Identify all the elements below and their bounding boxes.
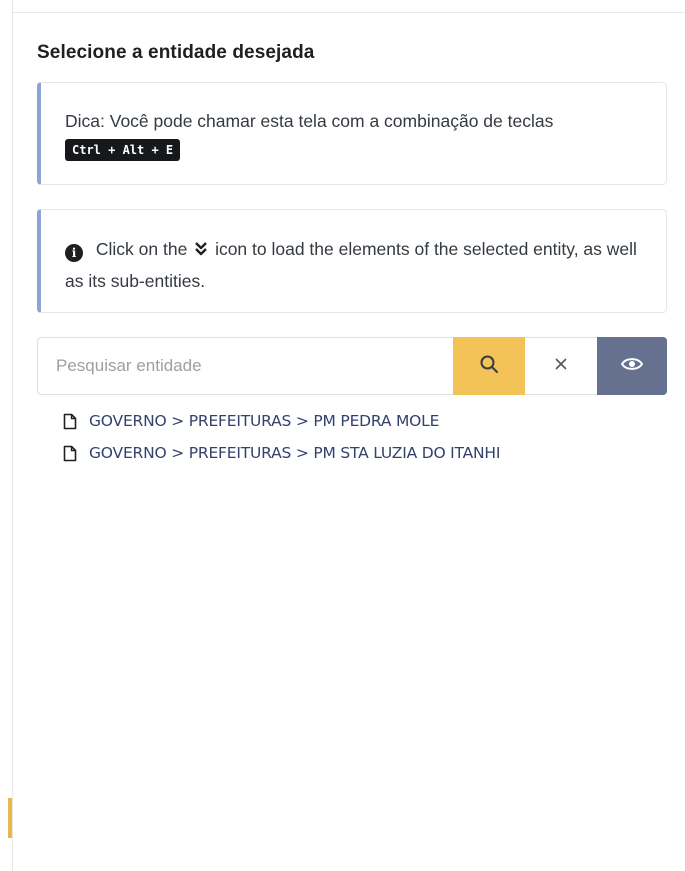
left-edge xyxy=(0,0,13,871)
results-list: GOVERNO > PREFEITURAS > PM PEDRA MOLE GO… xyxy=(63,405,667,469)
info-circle-icon: i xyxy=(65,244,83,262)
entity-selector-panel: Selecione a entidade desejada Dica: Você… xyxy=(37,40,667,469)
result-item[interactable]: GOVERNO > PREFEITURAS > PM PEDRA MOLE xyxy=(63,405,667,437)
shortcut-kbd: Ctrl + Alt + E xyxy=(65,139,181,161)
hint-text: Dica: Você pode chamar esta tela com a c… xyxy=(65,111,554,131)
search-bar xyxy=(37,337,667,395)
search-input[interactable] xyxy=(37,337,453,395)
left-edge-accent xyxy=(8,798,12,838)
result-label: GOVERNO > PREFEITURAS > PM STA LUZIA DO … xyxy=(89,444,501,462)
info-callout: i Click on the icon to load the elements… xyxy=(37,209,667,313)
result-item[interactable]: GOVERNO > PREFEITURAS > PM STA LUZIA DO … xyxy=(63,437,667,469)
clear-button[interactable] xyxy=(525,337,597,395)
search-button[interactable] xyxy=(453,337,525,395)
file-icon xyxy=(63,445,77,462)
view-button[interactable] xyxy=(597,337,667,395)
result-label: GOVERNO > PREFEITURAS > PM PEDRA MOLE xyxy=(89,412,440,430)
panel-title: Selecione a entidade desejada xyxy=(37,42,315,63)
double-chevron-down-icon xyxy=(194,236,208,266)
info-text-before: Click on the xyxy=(95,239,188,259)
file-icon xyxy=(63,413,77,430)
close-icon xyxy=(553,356,569,377)
hint-callout: Dica: Você pode chamar esta tela com a c… xyxy=(37,82,667,185)
search-icon xyxy=(479,354,499,379)
eye-icon xyxy=(620,356,644,377)
top-divider xyxy=(12,12,685,13)
